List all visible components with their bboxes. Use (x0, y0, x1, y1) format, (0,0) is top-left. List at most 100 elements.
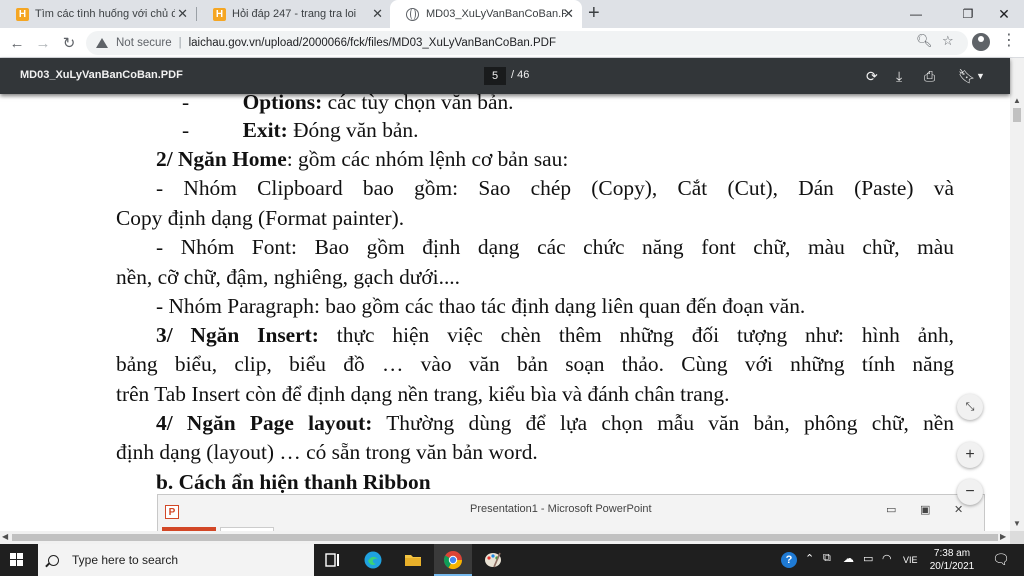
tab-hoi-dap[interactable]: H Hỏi đáp 247 - trang tra loi ✕ (197, 0, 391, 28)
page-number-input[interactable]: 5 (484, 67, 506, 85)
text-run: định dạng (layout) … có sẵn trong văn bả… (116, 440, 538, 464)
close-icon[interactable]: ✕ (177, 7, 188, 21)
ppt-minimize-icon: ▭ (886, 504, 897, 516)
search-icon (48, 554, 59, 566)
notification-center-icon[interactable]: 🗨︎ (992, 551, 1010, 568)
taskbar-search-box[interactable]: Type here to search (38, 544, 314, 576)
document-line: trên Tab Insert còn để định dạng nền tra… (116, 380, 954, 408)
file-explorer-icon[interactable] (403, 550, 423, 570)
horizontal-scrollbar[interactable]: ◀ ▶ (0, 531, 1010, 544)
scroll-right-icon[interactable]: ▶ (1000, 532, 1006, 541)
download-icon[interactable]: ⤓ (896, 67, 902, 85)
taskbar-clock[interactable]: 7:38 am 20/1/2021 (928, 547, 976, 573)
onedrive-cloud-icon[interactable]: ☁ (843, 552, 854, 565)
close-icon[interactable]: ✕ (372, 7, 383, 21)
bold-text: 2/ Ngăn Home (156, 147, 287, 171)
page-total: / 46 (511, 69, 530, 81)
edge-browser-icon[interactable] (363, 550, 383, 570)
text-run: trên Tab Insert còn để định dạng nền tra… (116, 382, 730, 406)
chrome-taskbar-button[interactable] (434, 544, 472, 576)
document-line: 3/ Ngăn Insert: thực hiện việc chèn thêm… (156, 321, 954, 349)
powerpoint-title: Presentation1 - Microsoft PowerPoint (470, 503, 652, 515)
chrome-icon (443, 551, 462, 570)
address-bar[interactable]: Not secure | laichau.gov.vn/upload/20000… (86, 31, 968, 55)
bold-text: Options: (242, 94, 323, 114)
url-text[interactable]: laichau.gov.vn/upload/2000066/fck/files/… (189, 37, 556, 49)
scroll-down-icon[interactable]: ▼ (1013, 519, 1021, 528)
close-icon[interactable]: ✕ (563, 7, 574, 21)
clock-time: 7:38 am (933, 548, 971, 559)
security-label[interactable]: Not secure (116, 37, 172, 49)
more-menu-icon[interactable]: ⋮ (1001, 31, 1017, 51)
pdf-filename: MD03_XuLyVanBanCoBan.PDF (20, 69, 183, 81)
browser-toolbar: ← → ↻ Not secure | laichau.gov.vn/upload… (0, 28, 1024, 58)
tab-tinh-huong[interactable]: H Tìm các tình huống với chủ đề m ✕ (0, 0, 196, 28)
text-run: thực hiện việc chèn thêm những đối tượng… (318, 323, 954, 347)
ppt-restore-icon: ▣ (920, 504, 931, 516)
restore-icon[interactable]: ❐ (950, 0, 986, 28)
back-arrow-icon[interactable]: ← (6, 32, 28, 54)
task-view-icon[interactable] (323, 550, 343, 570)
window-close-icon[interactable]: ✕ (986, 0, 1022, 28)
pdf-toolbar: MD03_XuLyVanBanCoBan.PDF 5 / 46 ⟳ ⤓ ⎙ 🔖︎… (0, 58, 1010, 94)
language-indicator[interactable]: VIE (903, 555, 918, 565)
reload-icon[interactable]: ↻ (58, 32, 80, 54)
tab-title: Tìm các tình huống với chủ đề m (35, 8, 175, 20)
search-placeholder: Type here to search (72, 553, 179, 567)
forward-arrow-icon[interactable]: → (32, 32, 54, 54)
minimize-icon[interactable]: — (898, 0, 934, 28)
paint-palette-icon[interactable] (483, 550, 503, 570)
bookmark-icon[interactable]: 🔖︎ (958, 67, 976, 85)
zoom-magnifier-icon[interactable]: 🔍︎ (916, 33, 933, 49)
pdf-page: - Options: các tùy chọn văn bản. - Exit: … (0, 94, 1010, 531)
text-run: - Nhóm Clipboard bao gồm: Sao chép (Copy… (156, 176, 954, 200)
scroll-up-icon[interactable]: ▲ (1013, 96, 1021, 105)
bold-text: b. Cách ẩn hiện thanh Ribbon (156, 470, 431, 494)
text-run: : gồm các nhóm lệnh cơ bản sau: (286, 147, 569, 171)
document-line: - Options: các tùy chọn văn bản. (182, 94, 954, 116)
text-run: - (182, 118, 243, 142)
fit-to-page-icon[interactable]: ⤡ (957, 394, 983, 420)
tab-title: MD03_XuLyVanBanCoBan.PDF (426, 8, 566, 20)
help-icon[interactable]: ? (781, 552, 797, 568)
powerpoint-icon: P (165, 505, 179, 519)
document-line: định dạng (layout) … có sẵn trong văn bả… (116, 438, 954, 466)
chevron-up-icon[interactable]: ⌃ (805, 552, 814, 565)
document-line: - Nhóm Font: Bao gồm định dạng các chức … (156, 233, 954, 261)
globe-icon (406, 7, 419, 21)
vertical-scrollbar[interactable]: ▲ ▼ (1010, 58, 1024, 531)
zoom-out-icon[interactable]: − (957, 479, 983, 505)
clock-date: 20/1/2021 (929, 561, 975, 572)
tab-pdf-active[interactable]: MD03_XuLyVanBanCoBan.PDF ✕ (390, 0, 582, 28)
document-line: Copy định dạng (Format painter). (116, 204, 954, 232)
bookmark-star-icon[interactable]: ☆ (942, 33, 954, 49)
document-line: - Nhóm Clipboard bao gồm: Sao chép (Copy… (156, 174, 954, 202)
h-favicon-icon: H (213, 7, 226, 21)
tab-strip: H Tìm các tình huống với chủ đề m ✕ H Hỏ… (0, 0, 1024, 28)
scroll-corner (1010, 531, 1024, 544)
h-favicon-icon: H (16, 7, 29, 21)
chevron-down-icon[interactable]: ▼ (976, 67, 985, 85)
rotate-icon[interactable]: ⟳ (866, 67, 878, 85)
new-tab-icon[interactable]: + (588, 3, 600, 23)
windows-start-icon[interactable] (10, 553, 24, 567)
print-icon[interactable]: ⎙ (924, 67, 935, 85)
bold-text: 4/ Ngăn Page layout: (156, 411, 373, 435)
document-line: - Exit: Đóng văn bản. (182, 116, 954, 144)
meet-now-icon[interactable]: ⧉ (823, 552, 831, 565)
profile-avatar-icon[interactable] (972, 33, 990, 51)
text-run: - Nhóm Paragraph: bao gồm các thao tác đ… (156, 294, 806, 318)
battery-icon[interactable]: ▭ (863, 552, 873, 565)
text-run: Đóng văn bản. (287, 118, 419, 142)
scroll-left-icon[interactable]: ◀ (2, 532, 8, 541)
address-divider: | (178, 37, 182, 49)
zoom-in-icon[interactable]: + (957, 442, 983, 468)
horizontal-scroll-thumb[interactable] (12, 534, 998, 541)
document-line: nền, cỡ chữ, đậm, nghiêng, gạch dưới.... (116, 263, 954, 291)
wifi-icon[interactable]: ◠ (882, 552, 892, 565)
text-run: - (182, 94, 243, 114)
warning-icon (96, 38, 108, 48)
text-run: Thường dùng để lựa chọn mẫu văn bản, phô… (372, 411, 954, 435)
vertical-scroll-thumb[interactable] (1013, 108, 1021, 122)
embedded-powerpoint-window: P Presentation1 - Microsoft PowerPoint ▭… (157, 494, 985, 531)
